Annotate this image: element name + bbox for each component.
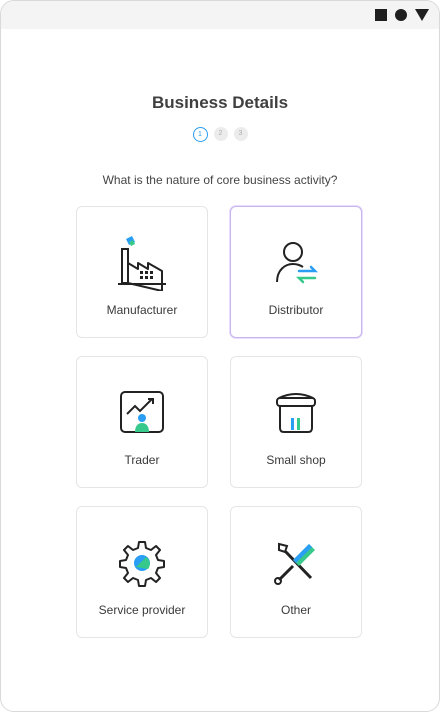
question-text: What is the nature of core business acti… bbox=[102, 173, 338, 187]
option-card-trader[interactable]: Trader bbox=[76, 356, 208, 488]
shop-jar-icon bbox=[266, 383, 326, 443]
gear-icon bbox=[112, 533, 172, 593]
option-card-service-provider[interactable]: Service provider bbox=[76, 506, 208, 638]
person-transfer-icon bbox=[266, 233, 326, 293]
step-2[interactable]: 2 bbox=[213, 127, 228, 141]
phone-frame: Business Details 1 2 3 What is the natur… bbox=[0, 0, 440, 712]
factory-icon bbox=[112, 233, 172, 293]
option-label: Other bbox=[280, 603, 311, 617]
page-title: Business Details bbox=[151, 93, 289, 112]
business-type-grid: Manufacturer Distributor Trader Small sh… bbox=[76, 206, 366, 638]
option-card-small-shop[interactable]: Small shop bbox=[230, 356, 362, 488]
option-label: Distributor bbox=[268, 303, 324, 317]
option-card-manufacturer[interactable]: Manufacturer bbox=[76, 206, 208, 338]
trading-chart-icon bbox=[112, 383, 172, 443]
circle-icon bbox=[395, 9, 407, 21]
tools-icon bbox=[266, 533, 326, 593]
option-label: Small shop bbox=[266, 453, 326, 467]
stepper: 1 2 3 bbox=[1, 127, 439, 142]
step-1[interactable]: 1 bbox=[192, 127, 208, 142]
option-card-distributor[interactable]: Distributor bbox=[230, 206, 362, 338]
square-icon bbox=[375, 9, 387, 21]
triangle-icon bbox=[415, 9, 429, 21]
option-label: Manufacturer bbox=[106, 303, 178, 317]
option-label: Trader bbox=[124, 453, 160, 467]
status-icons bbox=[375, 9, 429, 21]
option-card-other[interactable]: Other bbox=[230, 506, 362, 638]
step-3[interactable]: 3 bbox=[233, 127, 248, 141]
option-label: Service provider bbox=[98, 603, 186, 617]
status-bar bbox=[1, 1, 439, 29]
